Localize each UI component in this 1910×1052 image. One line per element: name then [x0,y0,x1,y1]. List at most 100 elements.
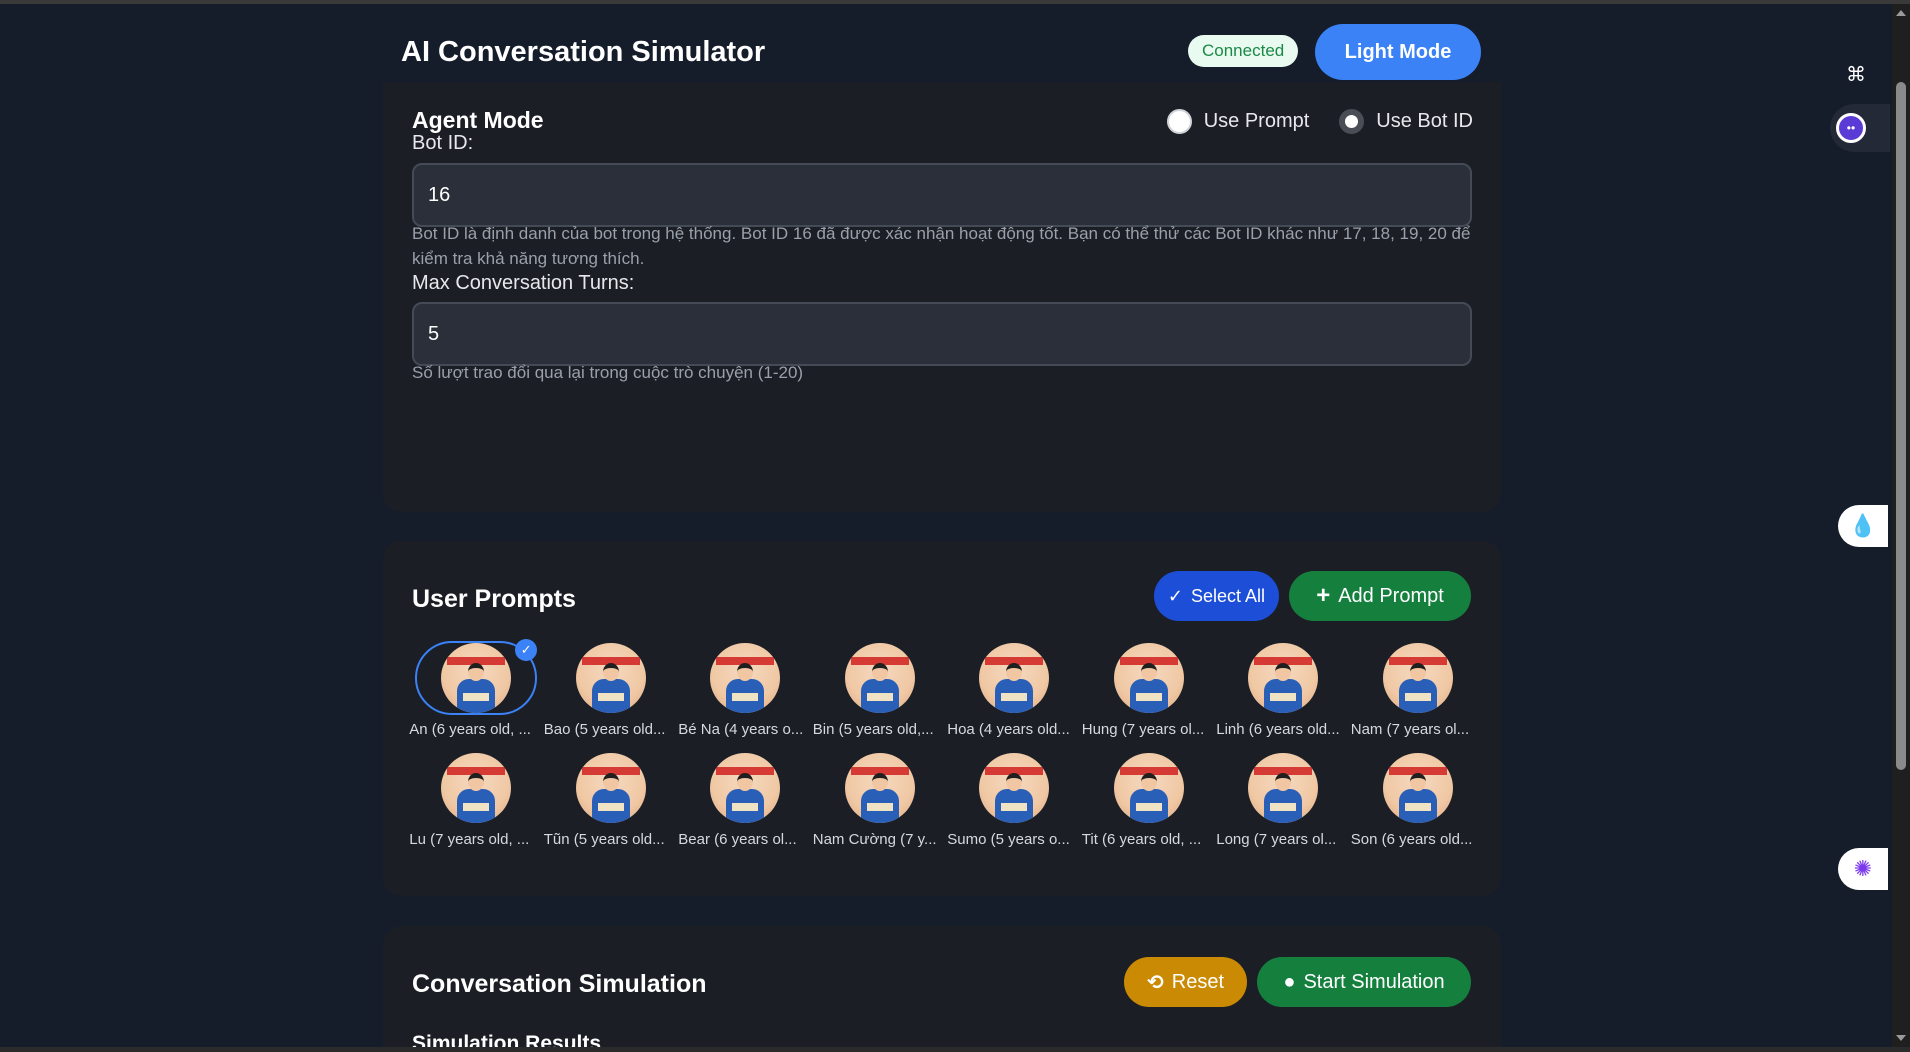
avatar [575,753,646,823]
persona-avatar-frame[interactable] [953,641,1075,715]
avatar [1113,643,1184,713]
persona-name: Linh (6 years old... [1216,721,1340,738]
persona-avatar-frame[interactable] [1222,641,1344,715]
conversation-simulation-card: Conversation Simulation ⟲ Reset ● Start … [383,926,1501,1052]
persona-card[interactable]: Nam Cường (7 y... [813,751,948,849]
use-bot-id-radio[interactable]: Use Bot ID [1339,109,1473,134]
persona-name: Son (6 years old... [1350,831,1473,848]
persona-name: Bé Na (4 years o... [678,721,804,738]
avatar [1382,753,1453,823]
bot-id-label: Bot ID: [412,132,474,154]
persona-name: Lu (7 years old, ... [409,831,530,848]
use-bot-id-label: Use Bot ID [1376,110,1473,132]
persona-avatar-frame[interactable] [415,751,537,825]
persona-card[interactable]: ✓ An (6 years old, ... [409,639,544,739]
persona-avatar-frame[interactable] [1088,751,1210,825]
max-turns-help-text: Số lượt trao đổi qua lại trong cuộc trò … [412,363,804,382]
persona-avatar-frame[interactable] [819,751,941,825]
page-scrollbar[interactable] [1892,4,1910,1047]
add-prompt-button[interactable]: + Add Prompt [1289,571,1471,621]
extension-brain-icon[interactable]: ✺ [1838,848,1888,890]
use-prompt-radio-circle[interactable] [1166,109,1192,134]
simulation-title: Conversation Simulation [412,970,707,998]
persona-name: Nam Cường (7 y... [812,831,937,848]
persona-card[interactable]: Bin (5 years old,... [813,641,948,739]
extension-droplet-icon[interactable]: 💧 [1838,505,1888,547]
persona-card[interactable]: Bear (6 years ol... [678,751,813,849]
persona-name: Sumo (5 years o... [947,831,1070,848]
persona-name: Bear (6 years ol... [678,831,797,848]
use-prompt-radio[interactable]: Use Prompt [1166,109,1310,134]
max-turns-input[interactable]: 5 [412,302,1472,366]
start-simulation-button[interactable]: ● Start Simulation [1257,957,1471,1007]
persona-card[interactable]: Tũn (5 years old... [544,751,679,849]
persona-avatar-frame[interactable] [550,641,672,715]
bot-id-input[interactable]: 16 [412,163,1472,227]
selected-check-icon: ✓ [515,639,538,661]
avatar [441,643,512,713]
persona-name: Nam (7 years ol... [1350,721,1470,738]
avatar [575,643,646,713]
scroll-up-arrow-icon[interactable] [1896,10,1906,16]
persona-avatar-frame[interactable] [1357,751,1479,825]
bot-id-help-text: Bot ID là định danh của bot trong hệ thố… [412,224,1471,268]
persona-name: Hung (7 years ol... [1081,721,1205,738]
persona-card[interactable]: Long (7 years ol... [1216,751,1351,849]
use-bot-id-radio-circle[interactable] [1339,109,1365,134]
persona-avatar-frame[interactable] [953,751,1075,825]
persona-name: Bin (5 years old,... [812,721,934,738]
persona-grid: ✓ An (6 years old, ... Bao (5 years old...… [409,639,1475,849]
window-top-border [0,0,1910,4]
persona-card[interactable]: Hoa (4 years old... [947,641,1082,739]
connection-status-badge: Connected [1188,35,1299,67]
scroll-down-arrow-icon[interactable] [1896,1035,1906,1041]
persona-avatar-frame[interactable] [1088,641,1210,715]
extension-grid-icon[interactable]: ⌘ [1836,54,1876,94]
agent-mode-card: Agent Mode Use Prompt Use Bot ID Bot ID:… [383,82,1501,512]
persona-avatar-frame[interactable] [550,751,672,825]
persona-avatar-frame[interactable] [1357,641,1479,715]
avatar [1382,643,1453,713]
persona-card[interactable]: Linh (6 years old... [1216,641,1351,739]
persona-card[interactable]: Lu (7 years old, ... [409,751,544,849]
persona-name: Long (7 years ol... [1216,831,1337,848]
persona-avatar-frame[interactable] [684,641,806,715]
persona-avatar-frame[interactable]: ✓ [415,639,538,715]
agent-mode-radio-group: Use Prompt Use Bot ID [1137,109,1473,134]
persona-name: Hoa (4 years old... [947,721,1070,738]
bot-face-icon[interactable]: •• [1836,113,1866,143]
persona-avatar-frame[interactable] [1222,751,1344,825]
persona-card[interactable]: Son (6 years old... [1351,751,1486,849]
start-simulation-label: Start Simulation [1303,970,1445,993]
persona-card[interactable]: Bé Na (4 years o... [678,641,813,739]
use-prompt-label: Use Prompt [1203,110,1310,132]
persona-name: An (6 years old, ... [409,721,531,738]
avatar [979,643,1050,713]
avatar [441,753,512,823]
check-icon: ✓ [1167,585,1184,606]
persona-card[interactable]: Tit (6 years old, ... [1082,751,1217,849]
persona-avatar-frame[interactable] [684,751,806,825]
persona-name: Bao (5 years old... [543,721,666,738]
avatar [1113,753,1184,823]
persona-card[interactable]: Hung (7 years ol... [1082,641,1217,739]
extension-bot-tab[interactable]: •• [1830,104,1890,152]
refresh-icon: ⟲ [1146,971,1164,994]
persona-card[interactable]: Sumo (5 years o... [947,751,1082,849]
avatar [1248,753,1319,823]
avatar [710,753,781,823]
select-all-button[interactable]: ✓ Select All [1154,571,1279,621]
reset-label: Reset [1171,970,1224,993]
persona-card[interactable]: Nam (7 years ol... [1351,641,1486,739]
persona-name: Tũn (5 years old... [543,831,665,848]
reset-button[interactable]: ⟲ Reset [1124,957,1247,1007]
persona-name: Tit (6 years old, ... [1081,831,1202,848]
page-title: AI Conversation Simulator [401,36,766,68]
light-mode-toggle-button[interactable]: Light Mode [1315,24,1481,80]
persona-card[interactable]: Bao (5 years old... [544,641,679,739]
select-all-label: Select All [1191,585,1266,606]
apps-icon[interactable]: ⌘ [1836,54,1876,94]
scroll-thumb[interactable] [1896,82,1906,770]
max-turns-label: Max Conversation Turns: [412,272,635,294]
persona-avatar-frame[interactable] [819,641,941,715]
